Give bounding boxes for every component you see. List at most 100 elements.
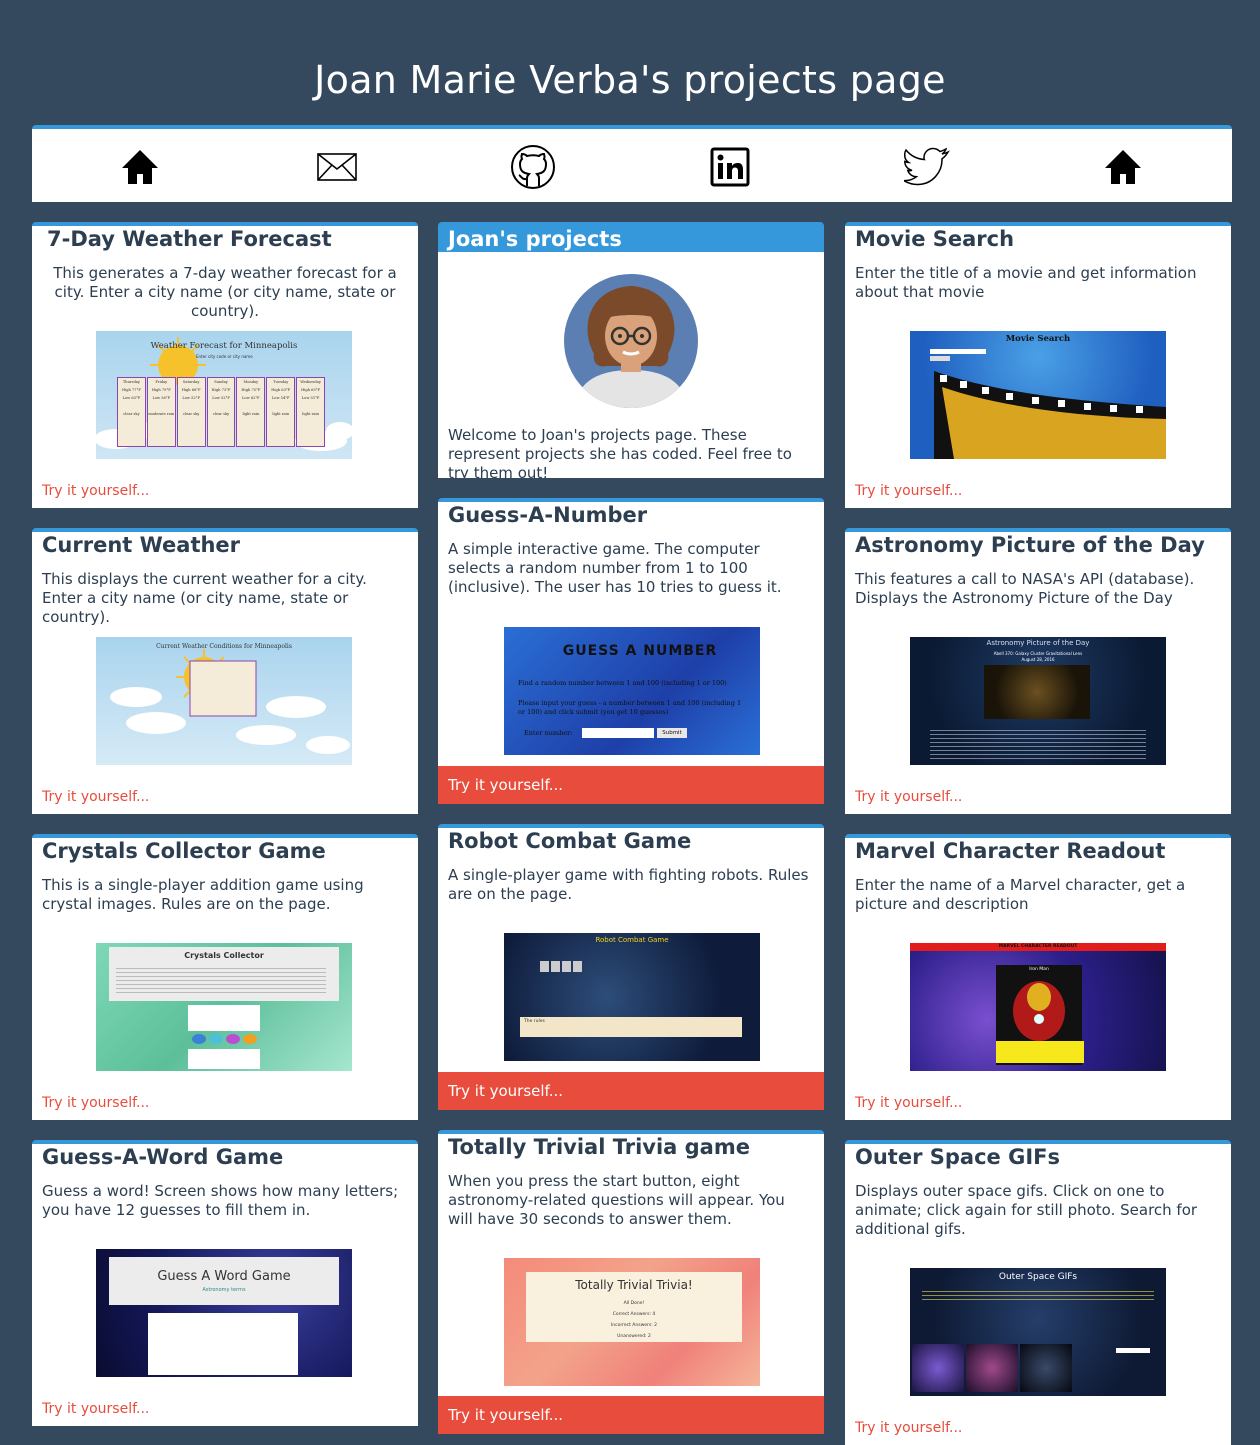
card-title: Current Weather xyxy=(42,533,241,557)
forecast-text: Saturday xyxy=(182,380,200,384)
crystals-screenshot[interactable]: Crystals Collector xyxy=(96,943,352,1071)
forecast-text: Low 51°F xyxy=(301,396,320,400)
thumb-title: Totally Trivial Trivia! xyxy=(575,1278,693,1292)
forecast-text xyxy=(208,402,235,410)
thumb-button: Submit xyxy=(657,728,687,738)
forecast-text: High 79°F xyxy=(151,388,171,392)
card-title: Guess-A-Number xyxy=(448,503,648,527)
thumb-title: Movie Search xyxy=(1005,334,1071,344)
forecast-days: Thursday High 77°F Low 63°F clear sky Frida… xyxy=(117,377,326,447)
card-title: Marvel Character Readout xyxy=(855,839,1166,863)
forecast-text: Low 54°F xyxy=(271,396,290,400)
card-description: This displays the current weather for a … xyxy=(42,570,367,626)
card-description: Guess a word! Screen shows how many lett… xyxy=(42,1182,399,1219)
card-robot-combat: Robot Combat Game A single-player game w… xyxy=(438,824,824,1110)
thumb-title: Crystals Collector xyxy=(184,951,264,960)
thumb-line: Please input your guess - a number betwe… xyxy=(518,699,742,716)
forecast-text: High 63°F xyxy=(271,388,291,392)
card-description: This is a single-player addition game us… xyxy=(42,876,364,913)
forecast-text xyxy=(148,402,175,410)
robot-combat-screenshot[interactable]: Robot Combat Game The rules xyxy=(504,933,760,1061)
card-crystals-collector: Crystals Collector Game This is a single… xyxy=(32,834,418,1120)
try-link[interactable]: Try it yourself... xyxy=(42,1401,149,1417)
forecast-day: Friday High 79°F Low 56°F moderate rain xyxy=(146,377,176,447)
trivia-result-line: All Done! xyxy=(623,1301,645,1306)
card-title: 7-Day Weather Forecast xyxy=(47,227,332,251)
home-icon[interactable] xyxy=(1099,143,1147,191)
thumb-rules: The rules xyxy=(524,1019,545,1024)
guess-word-screenshot[interactable]: Guess A Word Game Astronomy terms xyxy=(96,1249,352,1377)
home-icon[interactable] xyxy=(116,143,164,191)
try-link[interactable]: Try it yourself... xyxy=(855,483,962,499)
try-link[interactable]: Try it yourself... xyxy=(438,1072,824,1110)
card-description: When you press the start button, eight a… xyxy=(448,1172,785,1228)
card-description: Welcome to Joan's projects page. These r… xyxy=(448,426,792,478)
mail-icon[interactable] xyxy=(313,143,361,191)
thumb-subtitle: Astronomy terms xyxy=(202,1287,246,1293)
try-link[interactable]: Try it yourself... xyxy=(42,1095,149,1111)
card-description: Enter the title of a movie and get infor… xyxy=(855,264,1197,301)
thumb-subtitle: Abell 370: Galaxy Cluster Gravitational … xyxy=(993,651,1083,656)
forecast-text xyxy=(267,402,294,410)
card-title: Joan's projects xyxy=(438,226,824,252)
thumb-title: Astronomy Picture of the Day xyxy=(986,639,1090,647)
forecast-day: Thursday High 77°F Low 63°F clear sky xyxy=(117,377,146,447)
forecast-text: High 77°F xyxy=(121,388,141,392)
guess-number-screenshot[interactable]: GUESS A NUMBER Find a random number betw… xyxy=(504,627,760,755)
forecast-text xyxy=(297,402,324,410)
card-description: This features a call to NASA's API (data… xyxy=(855,570,1195,607)
avatar xyxy=(564,274,698,408)
card-title: Guess-A-Word Game xyxy=(42,1145,284,1169)
forecast-text: light rain xyxy=(272,412,290,416)
card-current-weather: Current Weather This displays the curren… xyxy=(32,528,418,814)
card-title: Outer Space GIFs xyxy=(855,1145,1060,1169)
gifs-screenshot[interactable]: Outer Space GIFs xyxy=(910,1268,1166,1396)
forecast-text: light rain xyxy=(302,412,319,416)
try-link[interactable]: Try it yourself... xyxy=(438,766,824,804)
card-title: Robot Combat Game xyxy=(448,829,692,853)
linkedin-icon[interactable] xyxy=(706,143,754,191)
card-description: A simple interactive game. The computer … xyxy=(448,540,782,596)
trivia-screenshot[interactable]: Totally Trivial Trivia! All Done! Correct… xyxy=(504,1258,760,1386)
forecast-day: Saturday High 68°F Low 52°F clear sky xyxy=(176,377,206,447)
forecast-day: Monday High 75°F Low 62°F light rain xyxy=(236,377,266,447)
astronomy-screenshot[interactable]: Astronomy Picture of the Day Abell 370: … xyxy=(910,637,1166,765)
try-link[interactable]: Try it yourself... xyxy=(438,1396,824,1434)
twitter-icon[interactable] xyxy=(903,143,951,191)
forecast-text: Low 56°F xyxy=(152,396,171,400)
card-title: Astronomy Picture of the Day xyxy=(855,533,1205,557)
try-link[interactable]: Try it yourself... xyxy=(855,1095,962,1111)
github-icon[interactable] xyxy=(509,143,557,191)
movie-search-screenshot[interactable]: Movie Search xyxy=(910,331,1166,459)
try-link[interactable]: Try it yourself... xyxy=(42,483,149,499)
forecast-text: Friday xyxy=(155,380,168,384)
forecast-text: clear sky xyxy=(182,412,200,416)
forecast-text: High 75°F xyxy=(241,388,261,392)
try-link[interactable]: Try it yourself... xyxy=(42,789,149,805)
card-weather-forecast: 7-Day Weather Forecast This generates a … xyxy=(32,222,418,508)
forecast-text: High 65°F xyxy=(301,388,321,392)
trivia-result-line: Incorrect Answers: 2 xyxy=(610,1323,658,1328)
marvel-screenshot[interactable]: MARVEL CHARACTER READOUT Iron Man xyxy=(910,943,1166,1071)
forecast-text: clear sky xyxy=(123,412,140,416)
thumb-title: Outer Space GIFs xyxy=(998,1272,1078,1282)
forecast-text xyxy=(237,402,264,410)
thumb-date: August 28, 2016 xyxy=(1021,657,1055,662)
card-description: A single-player game with fighting robot… xyxy=(448,866,809,903)
forecast-text: Low 63°F xyxy=(122,396,141,400)
thumb-title: Guess A Word Game xyxy=(157,1269,291,1284)
page-title: Joan Marie Verba's projects page xyxy=(314,58,946,102)
thumb-label: Enter number: xyxy=(524,729,573,737)
current-weather-screenshot[interactable]: Current Weather Conditions for Minneapol… xyxy=(96,637,352,765)
try-link[interactable]: Try it yourself... xyxy=(855,1420,962,1436)
card-description: Enter the name of a Marvel character, ge… xyxy=(855,876,1186,913)
card-marvel: Marvel Character Readout Enter the name … xyxy=(845,834,1231,1120)
forecast-text: High 73°F xyxy=(211,388,231,392)
thumb-title: Robot Combat Game xyxy=(595,936,669,944)
thumb-title: Weather Forecast for Minneapolis xyxy=(150,341,298,351)
try-link[interactable]: Try it yourself... xyxy=(855,789,962,805)
forecast-text: Wednesday xyxy=(300,380,321,384)
card-movie-search: Movie Search Enter the title of a movie … xyxy=(845,222,1231,508)
thumb-title: GUESS A NUMBER xyxy=(562,643,718,659)
weather-forecast-screenshot[interactable]: Weather Forecast for Minneapolis Enter c… xyxy=(96,331,352,459)
